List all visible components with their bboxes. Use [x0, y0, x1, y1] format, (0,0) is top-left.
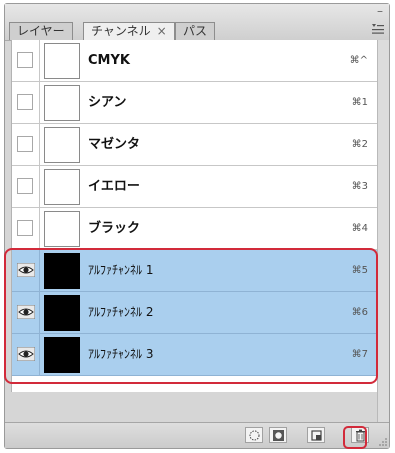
panel-menu-icon[interactable]	[371, 23, 385, 36]
channel-name: シアン	[88, 95, 127, 110]
visibility-checkbox[interactable]	[17, 52, 33, 68]
save-selection-icon	[273, 430, 284, 441]
tab-paths[interactable]: パス	[175, 22, 216, 40]
visibility-checkbox[interactable]	[17, 136, 33, 152]
channel-row[interactable]: CMYK ⌘^	[12, 40, 378, 82]
new-channel-button[interactable]	[307, 427, 325, 443]
visibility-toggle[interactable]	[12, 250, 40, 291]
collapse-icon[interactable]: –	[377, 4, 383, 18]
visibility-toggle[interactable]	[12, 124, 40, 165]
channel-list: CMYK ⌘^ シアン ⌘1 マゼンタ ⌘2 イエロー ⌘3 ブラック ⌘4 ｱﾙﾌｧﾁｬﾝﾈﾙ 1…	[11, 40, 378, 392]
visibility-toggle[interactable]	[12, 82, 40, 123]
channel-shortcut: ⌘^	[349, 55, 368, 66]
channel-row[interactable]: シアン ⌘1	[12, 82, 378, 124]
load-selection-button[interactable]	[245, 427, 263, 443]
channel-thumbnail	[44, 85, 80, 121]
channel-thumbnail	[44, 337, 80, 373]
new-channel-icon	[311, 430, 322, 441]
channel-name: ｱﾙﾌｧﾁｬﾝﾈﾙ 2	[88, 305, 154, 319]
visibility-toggle[interactable]	[12, 292, 40, 333]
visibility-checkbox[interactable]	[17, 94, 33, 110]
channel-name: CMYK	[88, 53, 130, 68]
tab-channels-label: チャンネル	[91, 24, 151, 38]
channel-thumbnail	[44, 127, 80, 163]
eye-icon[interactable]	[17, 347, 35, 361]
eye-icon[interactable]	[17, 263, 35, 277]
channel-shortcut: ⌘3	[351, 181, 368, 192]
channel-thumbnail	[44, 211, 80, 247]
channel-row[interactable]: ｱﾙﾌｧﾁｬﾝﾈﾙ 1 ⌘5	[12, 250, 378, 292]
tab-channels[interactable]: チャンネル ×	[83, 22, 175, 41]
tab-paths-label: パス	[183, 24, 208, 38]
visibility-toggle[interactable]	[12, 208, 40, 249]
load-selection-icon	[249, 430, 260, 441]
visibility-toggle[interactable]	[12, 166, 40, 207]
eye-icon[interactable]	[17, 305, 35, 319]
channel-name: ｱﾙﾌｧﾁｬﾝﾈﾙ 3	[88, 347, 154, 361]
channel-name: ｱﾙﾌｧﾁｬﾝﾈﾙ 1	[88, 263, 154, 277]
channels-panel: レイヤー チャンネル × パス – CMYK ⌘^ シアン ⌘1 マゼンタ ⌘2 イエロー ⌘3…	[4, 3, 390, 449]
save-selection-button[interactable]	[269, 427, 287, 443]
channel-shortcut: ⌘2	[351, 139, 368, 150]
panel-titlebar: レイヤー チャンネル × パス –	[5, 4, 389, 41]
channel-name: イエロー	[88, 179, 140, 194]
channel-row[interactable]: ｱﾙﾌｧﾁｬﾝﾈﾙ 3 ⌘7	[12, 334, 378, 376]
channel-shortcut: ⌘6	[351, 307, 368, 318]
channel-shortcut: ⌘1	[351, 97, 368, 108]
visibility-checkbox[interactable]	[17, 220, 33, 236]
channel-name: ブラック	[88, 221, 141, 236]
panel-bottom-bar	[5, 422, 389, 448]
channel-shortcut: ⌘7	[351, 349, 368, 360]
channel-thumbnail	[44, 169, 80, 205]
visibility-toggle[interactable]	[12, 334, 40, 375]
channel-shortcut: ⌘5	[351, 265, 368, 276]
channel-shortcut: ⌘4	[351, 223, 368, 234]
trash-icon	[356, 429, 365, 442]
delete-channel-button[interactable]	[351, 427, 369, 443]
tab-layers[interactable]: レイヤー	[9, 22, 73, 40]
channel-name: マゼンタ	[88, 137, 141, 152]
channel-thumbnail	[44, 253, 80, 289]
resize-grip-icon[interactable]	[378, 437, 388, 447]
channel-row[interactable]: ブラック ⌘4	[12, 208, 378, 250]
channel-row[interactable]: マゼンタ ⌘2	[12, 124, 378, 166]
channel-thumbnail	[44, 295, 80, 331]
visibility-checkbox[interactable]	[17, 178, 33, 194]
channel-row[interactable]: イエロー ⌘3	[12, 166, 378, 208]
tab-close-icon[interactable]: ×	[157, 24, 167, 38]
scrollbar[interactable]	[377, 40, 389, 427]
tab-layers-label: レイヤー	[17, 24, 65, 38]
channel-row[interactable]: ｱﾙﾌｧﾁｬﾝﾈﾙ 2 ⌘6	[12, 292, 378, 334]
visibility-toggle[interactable]	[12, 40, 40, 81]
channel-thumbnail	[44, 43, 80, 79]
